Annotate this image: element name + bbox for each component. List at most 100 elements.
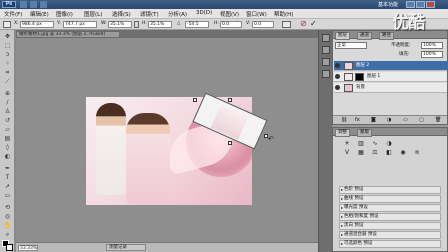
eyedropper-tool-icon[interactable]: ⟋	[3, 78, 12, 85]
menu-filter[interactable]: 滤镜(T)	[140, 10, 159, 18]
blur-tool-icon[interactable]: ◊	[3, 144, 12, 151]
maximize-button[interactable]	[416, 1, 425, 8]
fill-field[interactable]: 100%	[421, 51, 443, 58]
actions-panel-icon[interactable]	[322, 46, 330, 54]
history-brush-tool-icon[interactable]: ↺	[3, 117, 12, 124]
height-field[interactable]: 35.1%	[148, 21, 172, 28]
menu-select[interactable]: 选择(S)	[112, 10, 131, 18]
layer-row[interactable]: 图层 2	[334, 61, 447, 71]
lasso-tool-icon[interactable]: ↄ	[3, 51, 12, 58]
levels-icon[interactable]: ▥	[357, 140, 365, 147]
menu-window[interactable]: 窗口(W)	[246, 10, 267, 18]
x-field[interactable]: 986.4 px	[20, 21, 54, 28]
layer-name[interactable]: 图层 1	[367, 73, 380, 81]
cancel-transform-icon[interactable]: ⊘	[300, 20, 308, 28]
commit-transform-icon[interactable]: ✓	[310, 20, 318, 28]
v-skew-field[interactable]: 0.0	[252, 21, 274, 28]
menu-3d[interactable]: 3D(D)	[196, 10, 212, 16]
bridge-icon[interactable]	[20, 1, 27, 8]
visibility-eye-icon[interactable]	[335, 85, 340, 90]
menu-image[interactable]: 图像(I)	[56, 10, 73, 18]
hue-saturation-icon[interactable]: ▦	[357, 149, 365, 156]
opacity-field[interactable]: 100%	[421, 42, 443, 49]
width-field[interactable]: 35.1%	[108, 21, 132, 28]
styles-panel-icon[interactable]	[322, 70, 330, 78]
preset-black-white[interactable]: 黑白 预设	[339, 222, 441, 230]
h-skew-field[interactable]: 0.0	[220, 21, 242, 28]
zoom-level-icon[interactable]	[40, 1, 47, 8]
workspace-switcher[interactable]: 基本功能	[378, 1, 398, 8]
layer-row[interactable]: 图层 1	[334, 72, 447, 82]
eraser-tool-icon[interactable]: ▱	[3, 126, 12, 133]
zoom-tool-icon[interactable]: ⌕	[3, 231, 12, 238]
measurement-log-tab[interactable]: 测量记录	[106, 244, 146, 251]
zoom-field[interactable]: 33.33%	[18, 245, 38, 251]
rotate-field[interactable]: -54.5	[185, 21, 209, 28]
marquee-tool-icon[interactable]: ⬚	[3, 42, 12, 49]
preset-exposure[interactable]: 曝光度 预设	[339, 204, 441, 212]
document-tab[interactable]: 婚纱素材1.jpg @ 33.3% (图层 2, RGB/8)	[16, 31, 120, 38]
preset-levels[interactable]: 色阶 预设	[339, 186, 441, 194]
clone-stamp-tool-icon[interactable]: ♙	[3, 108, 12, 115]
channel-mixer-icon[interactable]: ≋	[413, 149, 421, 156]
transform-handle[interactable]	[228, 141, 232, 145]
gradient-tool-icon[interactable]: ▤	[3, 135, 12, 142]
tab-masks[interactable]: 蒙版	[357, 129, 372, 137]
brightness-icon[interactable]: ☀	[343, 140, 351, 147]
mini-bridge-icon[interactable]	[30, 1, 37, 8]
pen-tool-icon[interactable]: ✒	[3, 165, 12, 172]
group-folder-icon[interactable]: ▭	[403, 117, 408, 123]
vibrance-icon[interactable]: V	[343, 149, 351, 156]
background-color-swatch[interactable]	[6, 244, 13, 251]
black-white-icon[interactable]: ◧	[385, 149, 393, 156]
menu-layer[interactable]: 图层(L)	[84, 10, 102, 18]
reference-point-icon[interactable]	[3, 21, 11, 28]
minimize-button[interactable]	[406, 1, 415, 8]
delete-layer-icon[interactable]: 🗑	[435, 117, 441, 123]
preset-selective-color[interactable]: 可选颜色 预设	[339, 240, 441, 248]
type-tool-icon[interactable]: T	[3, 174, 12, 181]
transform-handle[interactable]	[193, 98, 197, 102]
layer-style-icon[interactable]: fx	[355, 117, 360, 123]
tab-paths[interactable]: 路径	[379, 32, 394, 40]
quick-select-tool-icon[interactable]: ⁘	[3, 60, 12, 67]
tab-layers[interactable]: 图层	[335, 32, 350, 40]
path-selection-tool-icon[interactable]: ➚	[3, 183, 12, 190]
shape-tool-icon[interactable]: ▭	[3, 192, 12, 199]
menu-file[interactable]: 文件(F)	[4, 10, 22, 18]
layer-name[interactable]: 背景	[356, 84, 365, 92]
tab-channels[interactable]: 通道	[357, 32, 372, 40]
preset-channel-mixer[interactable]: 通道混合器 预设	[339, 231, 441, 239]
dodge-tool-icon[interactable]: ◐	[3, 153, 12, 160]
add-mask-icon[interactable]: ◙	[371, 117, 376, 123]
menu-help[interactable]: 帮助(H)	[274, 10, 293, 18]
link-layers-icon[interactable]: ⛓	[341, 117, 347, 123]
y-field[interactable]: 747.7 px	[63, 21, 97, 28]
menu-analysis[interactable]: 分析(A)	[168, 10, 187, 18]
curves-icon[interactable]: ∿	[371, 140, 379, 147]
layer-mask-thumbnail[interactable]	[355, 73, 364, 81]
close-button[interactable]	[426, 1, 435, 8]
brush-tool-icon[interactable]: ∕	[3, 99, 12, 106]
3d-rotate-tool-icon[interactable]: ⟲	[3, 204, 12, 211]
healing-brush-tool-icon[interactable]: ⊕	[3, 90, 12, 97]
warp-mode-icon[interactable]	[282, 21, 291, 28]
tab-adjustments[interactable]: 调整	[335, 129, 350, 137]
history-panel-icon[interactable]	[322, 34, 330, 42]
adjustment-layer-icon[interactable]: ◑	[387, 117, 391, 123]
color-balance-icon[interactable]: ⚖	[371, 149, 379, 156]
hand-tool-icon[interactable]: ✋	[3, 222, 12, 229]
menu-view[interactable]: 视图(V)	[220, 10, 239, 18]
new-layer-icon[interactable]: ▢	[419, 117, 424, 123]
preset-curves[interactable]: 曲线 预设	[339, 195, 441, 203]
exposure-icon[interactable]: ◑	[385, 140, 393, 147]
3d-camera-tool-icon[interactable]: ◎	[3, 213, 12, 220]
visibility-eye-icon[interactable]	[335, 74, 340, 79]
swatches-panel-icon[interactable]	[322, 58, 330, 66]
link-icon[interactable]	[134, 21, 139, 28]
preset-hue-saturation[interactable]: 色相/饱和度 预设	[339, 213, 441, 221]
layer-name[interactable]: 图层 2	[356, 62, 369, 70]
menu-edit[interactable]: 编辑(E)	[30, 10, 49, 18]
layer-row[interactable]: 背景	[334, 83, 447, 93]
visibility-eye-icon[interactable]	[335, 63, 340, 68]
